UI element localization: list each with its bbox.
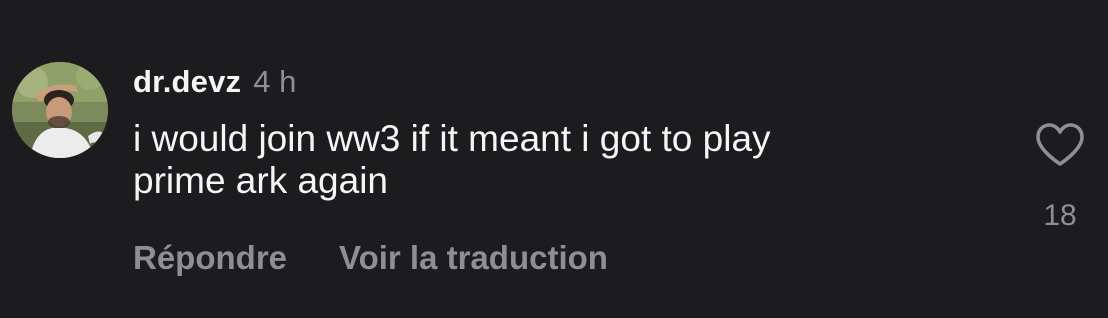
- timestamp: 4 h: [253, 64, 297, 99]
- comment-item: dr.devz 4 h i would join ww3 if it meant…: [0, 0, 1108, 318]
- see-translation-button[interactable]: Voir la traduction: [339, 236, 608, 280]
- comment-actions: Répondre Voir la traduction: [133, 236, 608, 280]
- avatar-photo: [12, 62, 108, 158]
- avatar[interactable]: [12, 62, 108, 158]
- like-count: 18: [1043, 199, 1077, 232]
- reply-button[interactable]: Répondre: [133, 236, 287, 280]
- like-button[interactable]: [1034, 122, 1086, 168]
- username[interactable]: dr.devz: [133, 64, 241, 100]
- comment-header: dr.devz 4 h: [133, 64, 296, 104]
- heart-outline-icon: [1036, 123, 1084, 166]
- comment-text: i would join ww3 if it meant i got to pl…: [133, 118, 771, 201]
